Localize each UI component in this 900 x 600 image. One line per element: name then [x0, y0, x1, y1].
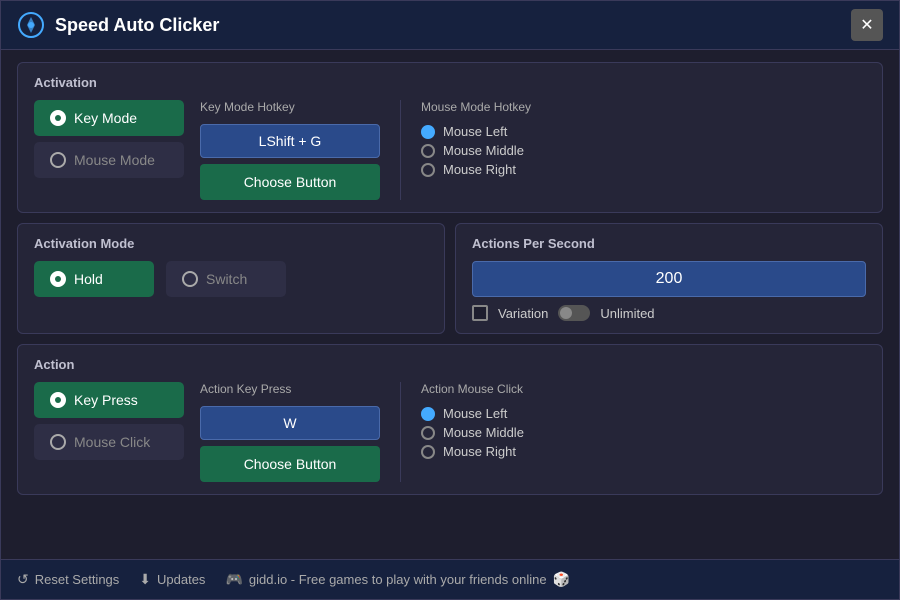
action-key-display: W [200, 406, 380, 440]
vertical-divider-2 [400, 382, 401, 482]
mouse-click-label: Mouse Click [74, 434, 150, 450]
key-press-radio [50, 392, 66, 408]
game-icon: 🎮 [225, 571, 242, 588]
hold-label: Hold [74, 271, 103, 287]
mouse-left-radio-1 [421, 125, 435, 139]
action-mouse-options: Mouse Left Mouse Middle Mouse Right [421, 406, 524, 459]
mouse-middle-label-1: Mouse Middle [443, 143, 524, 158]
main-window: Speed Auto Clicker ✕ Activation Key Mode… [0, 0, 900, 600]
hotkey-display: LShift + G [200, 124, 380, 158]
key-mode-button[interactable]: Key Mode [34, 100, 184, 136]
key-mode-radio [50, 110, 66, 126]
mouse-left-label-1: Mouse Left [443, 124, 507, 139]
title-bar: Speed Auto Clicker ✕ [1, 1, 899, 50]
download-icon: ⬇ [139, 571, 151, 588]
hold-radio [50, 271, 66, 287]
footer: ↺ Reset Settings ⬇ Updates 🎮 gidd.io - F… [1, 559, 899, 599]
main-content: Activation Key Mode Mouse Mode Key Mode … [1, 50, 899, 559]
activation-row: Key Mode Mouse Mode Key Mode Hotkey LShi… [34, 100, 866, 200]
action-mode-buttons: Key Press Mouse Click [34, 382, 184, 460]
action-row: Key Press Mouse Click Action Key Press W… [34, 382, 866, 482]
updates-label: Updates [157, 572, 205, 587]
mouse-left-option-1[interactable]: Mouse Left [421, 124, 531, 139]
action-mouse-title: Action Mouse Click [421, 382, 524, 396]
unlimited-label: Unlimited [600, 306, 654, 321]
gidd-item[interactable]: 🎮 gidd.io - Free games to play with your… [225, 571, 570, 588]
action-mouse-group: Action Mouse Click Mouse Left Mouse Midd… [421, 382, 524, 459]
mouse-mode-button[interactable]: Mouse Mode [34, 142, 184, 178]
mouse-right-label-1: Mouse Right [443, 162, 516, 177]
action-section: Action Key Press Mouse Click Action Key … [17, 344, 883, 495]
action-title: Action [34, 357, 866, 372]
mouse-right-option-1[interactable]: Mouse Right [421, 162, 531, 177]
activation-mode-title: Activation Mode [34, 236, 428, 251]
aps-title: Actions Per Second [472, 236, 866, 251]
hotkey-label: Key Mode Hotkey [200, 100, 380, 114]
action-mouse-left-label: Mouse Left [443, 406, 507, 421]
hold-button[interactable]: Hold [34, 261, 154, 297]
reset-icon: ↺ [17, 571, 29, 588]
action-mouse-right-radio [421, 445, 435, 459]
choose-button-activation[interactable]: Choose Button [200, 164, 380, 200]
mouse-right-radio-1 [421, 163, 435, 177]
mouse-mode-radio [50, 152, 66, 168]
action-mouse-middle-label: Mouse Middle [443, 425, 524, 440]
mouse-mode-label: Mouse Mode [74, 152, 155, 168]
switch-radio [182, 271, 198, 287]
mouse-hotkey-options: Mouse Left Mouse Middle Mouse Right [421, 124, 531, 177]
activation-title: Activation [34, 75, 866, 90]
mouse-click-radio [50, 434, 66, 450]
action-mouse-right-label: Mouse Right [443, 444, 516, 459]
mouse-hotkey-group: Mouse Mode Hotkey Mouse Left Mouse Middl… [421, 100, 531, 177]
key-hotkey-group: Key Mode Hotkey LShift + G Choose Button [200, 100, 380, 200]
reset-settings-item[interactable]: ↺ Reset Settings [17, 571, 119, 588]
switch-label: Switch [206, 271, 247, 287]
action-key-label: Action Key Press [200, 382, 380, 396]
choose-button-action[interactable]: Choose Button [200, 446, 380, 482]
close-button[interactable]: ✕ [851, 9, 883, 41]
mouse-middle-radio-1 [421, 144, 435, 158]
mouse-hotkey-title: Mouse Mode Hotkey [421, 100, 531, 114]
updates-item[interactable]: ⬇ Updates [139, 571, 205, 588]
key-press-label: Key Press [74, 392, 138, 408]
app-icon [17, 11, 45, 39]
action-mouse-left-radio [421, 407, 435, 421]
action-mouse-left[interactable]: Mouse Left [421, 406, 524, 421]
activation-mode-section: Activation Mode Hold Switch [17, 223, 445, 334]
variation-label: Variation [498, 306, 548, 321]
mode-buttons: Key Mode Mouse Mode [34, 100, 184, 178]
variation-checkbox[interactable] [472, 305, 488, 321]
activation-section: Activation Key Mode Mouse Mode Key Mode … [17, 62, 883, 213]
action-mouse-middle[interactable]: Mouse Middle [421, 425, 524, 440]
mouse-middle-option-1[interactable]: Mouse Middle [421, 143, 531, 158]
dice-icon: 🎲 [553, 571, 570, 588]
activation-mode-row: Hold Switch [34, 261, 428, 297]
unlimited-toggle[interactable] [558, 305, 590, 321]
key-press-button[interactable]: Key Press [34, 382, 184, 418]
gidd-label: gidd.io - Free games to play with your f… [249, 572, 547, 587]
aps-input[interactable] [472, 261, 866, 297]
mouse-click-button[interactable]: Mouse Click [34, 424, 184, 460]
key-mode-label: Key Mode [74, 110, 137, 126]
action-key-group: Action Key Press W Choose Button [200, 382, 380, 482]
switch-button[interactable]: Switch [166, 261, 286, 297]
action-mouse-right[interactable]: Mouse Right [421, 444, 524, 459]
title-bar-left: Speed Auto Clicker [17, 11, 219, 39]
middle-sections-row: Activation Mode Hold Switch Actions Per … [17, 223, 883, 334]
window-title: Speed Auto Clicker [55, 15, 219, 36]
vertical-divider [400, 100, 401, 200]
variation-row: Variation Unlimited [472, 305, 866, 321]
aps-section: Actions Per Second Variation Unlimited [455, 223, 883, 334]
reset-label: Reset Settings [35, 572, 120, 587]
action-mouse-middle-radio [421, 426, 435, 440]
